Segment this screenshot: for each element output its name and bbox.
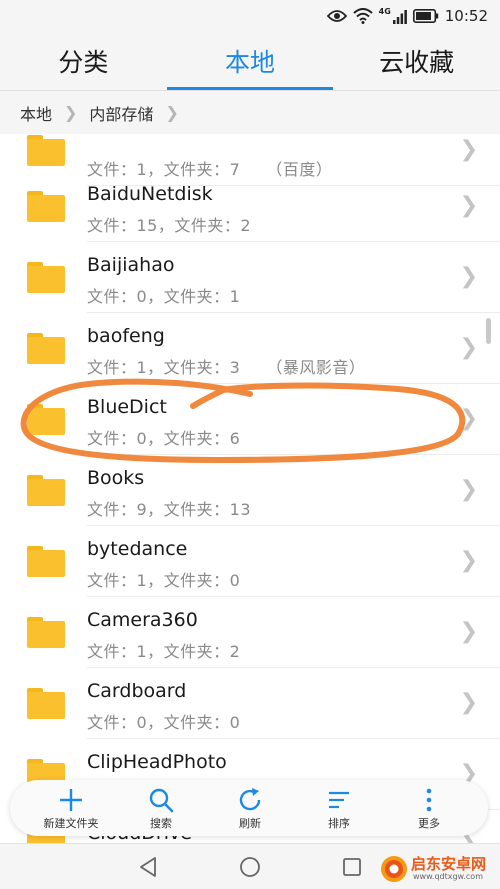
folder-meta: 文件：0，文件夹：1 xyxy=(87,287,241,306)
bottom-toolbar: 新建文件夹 搜索 刷新 排序 更多 xyxy=(10,780,488,836)
folder-icon xyxy=(27,135,65,166)
file-list[interactable]: 文件：1，文件夹：7 （百度） ❯ BaiduNetdisk 文件：15，文件夹：… xyxy=(0,134,500,843)
chevron-right-icon: ❯ xyxy=(459,477,478,502)
folder-icon xyxy=(27,475,65,506)
plus-icon xyxy=(60,789,82,811)
tab-local[interactable]: 本地 xyxy=(166,32,334,90)
folder-row[interactable]: Books 文件：9，文件夹：13 ❯ xyxy=(0,455,500,526)
chevron-right-icon: ❯ xyxy=(459,193,478,218)
search-icon xyxy=(149,788,174,813)
folder-row[interactable]: BaiduNetdisk 文件：15，文件夹：2 ❯ xyxy=(0,171,500,242)
folder-name: BaiduNetdisk xyxy=(87,183,213,205)
tab-cloud-favorites[interactable]: 云收藏 xyxy=(333,32,500,90)
folder-icon xyxy=(27,333,65,364)
sort-label: 排序 xyxy=(328,817,350,830)
folder-row[interactable]: BlueDict 文件：0，文件夹：6 ❯ xyxy=(0,384,500,455)
folder-name: Books xyxy=(87,467,145,489)
breadcrumb-item-internal-storage[interactable]: 内部存储 xyxy=(89,101,153,125)
search-label: 搜索 xyxy=(150,817,172,830)
watermark-logo xyxy=(381,856,407,882)
chevron-right-icon: ❯ xyxy=(459,406,478,431)
chevron-right-icon: ❯ xyxy=(165,103,179,122)
folder-icon xyxy=(27,404,65,435)
folder-icon xyxy=(27,688,65,719)
folder-meta: 文件：15，文件夹：2 xyxy=(87,216,252,235)
folder-meta: 文件：1，文件夹：3 （暴风影音） xyxy=(87,358,366,377)
watermark: 启东安卓网 www.qdtxgw.com xyxy=(380,853,496,885)
scrollbar-thumb[interactable] xyxy=(486,318,491,344)
breadcrumb-item-local[interactable]: 本地 xyxy=(20,101,52,125)
folder-name: Camera360 xyxy=(87,609,198,631)
sort-icon xyxy=(329,791,349,809)
network-type: 4G xyxy=(378,6,391,16)
home-icon[interactable] xyxy=(238,855,262,879)
signal-icon xyxy=(392,9,407,24)
chevron-right-icon: ❯ xyxy=(459,619,478,644)
folder-meta: 文件：1，文件夹：2 xyxy=(87,642,241,661)
folder-icon xyxy=(27,546,65,577)
folder-row[interactable]: Cardboard 文件：0，文件夹：0 ❯ xyxy=(0,668,500,739)
eye-icon xyxy=(326,10,347,22)
battery-icon xyxy=(412,9,438,23)
recent-apps-icon[interactable] xyxy=(340,855,364,879)
breadcrumb: 本地 ❯ 内部存储 ❯ xyxy=(0,91,500,134)
chevron-right-icon: ❯ xyxy=(459,137,478,162)
more-label: 更多 xyxy=(418,817,440,830)
folder-meta: 文件：0，文件夹：0 xyxy=(87,713,241,732)
chevron-right-icon: ❯ xyxy=(459,335,478,360)
folder-row[interactable]: Baijiahao 文件：0，文件夹：1 ❯ xyxy=(0,242,500,313)
folder-name: Cardboard xyxy=(87,680,187,702)
chevron-right-icon: ❯ xyxy=(459,548,478,573)
chevron-right-icon: ❯ xyxy=(64,103,78,122)
chevron-right-icon: ❯ xyxy=(459,264,478,289)
status-bar: 4G 10:52 xyxy=(0,0,500,32)
wifi-icon xyxy=(352,8,373,24)
folder-name: BlueDict xyxy=(87,396,167,418)
folder-name: ClipHeadPhoto xyxy=(87,751,227,773)
folder-row[interactable]: Camera360 文件：1，文件夹：2 ❯ xyxy=(0,597,500,668)
more-icon xyxy=(426,788,432,812)
chevron-right-icon: ❯ xyxy=(459,690,478,715)
folder-meta: 文件：1，文件夹：0 xyxy=(87,571,241,590)
search-button[interactable]: 搜索 xyxy=(121,780,201,836)
watermark-text: 启东安卓网 xyxy=(411,855,487,873)
new-folder-button[interactable]: 新建文件夹 xyxy=(31,780,111,836)
watermark-url: www.qdtxgw.com xyxy=(413,872,483,881)
sort-button[interactable]: 排序 xyxy=(299,780,379,836)
status-icons: 4G 10:52 xyxy=(326,5,488,27)
folder-row[interactable]: bytedance 文件：1，文件夹：0 ❯ xyxy=(0,526,500,597)
new-folder-label: 新建文件夹 xyxy=(43,817,99,830)
refresh-label: 刷新 xyxy=(239,817,261,830)
folder-name: bytedance xyxy=(87,538,188,560)
refresh-button[interactable]: 刷新 xyxy=(210,780,290,836)
refresh-icon xyxy=(239,788,261,811)
status-time: 10:52 xyxy=(444,7,488,25)
tab-bar: 分类 本地 云收藏 xyxy=(0,32,500,90)
tab-category[interactable]: 分类 xyxy=(0,32,167,90)
folder-meta: 文件：0，文件夹：6 xyxy=(87,429,241,448)
folder-row[interactable]: baofeng 文件：1，文件夹：3 （暴风影音） ❯ xyxy=(0,313,500,384)
folder-meta: 文件：9，文件夹：13 xyxy=(87,500,252,519)
folder-icon xyxy=(27,262,65,293)
folder-note: （暴风影音） xyxy=(266,358,366,377)
folder-name: baofeng xyxy=(87,325,165,347)
folder-name: Baijiahao xyxy=(87,254,175,276)
back-icon[interactable] xyxy=(137,855,161,879)
more-button[interactable]: 更多 xyxy=(389,780,469,836)
folder-icon xyxy=(27,191,65,222)
folder-icon xyxy=(27,617,65,648)
